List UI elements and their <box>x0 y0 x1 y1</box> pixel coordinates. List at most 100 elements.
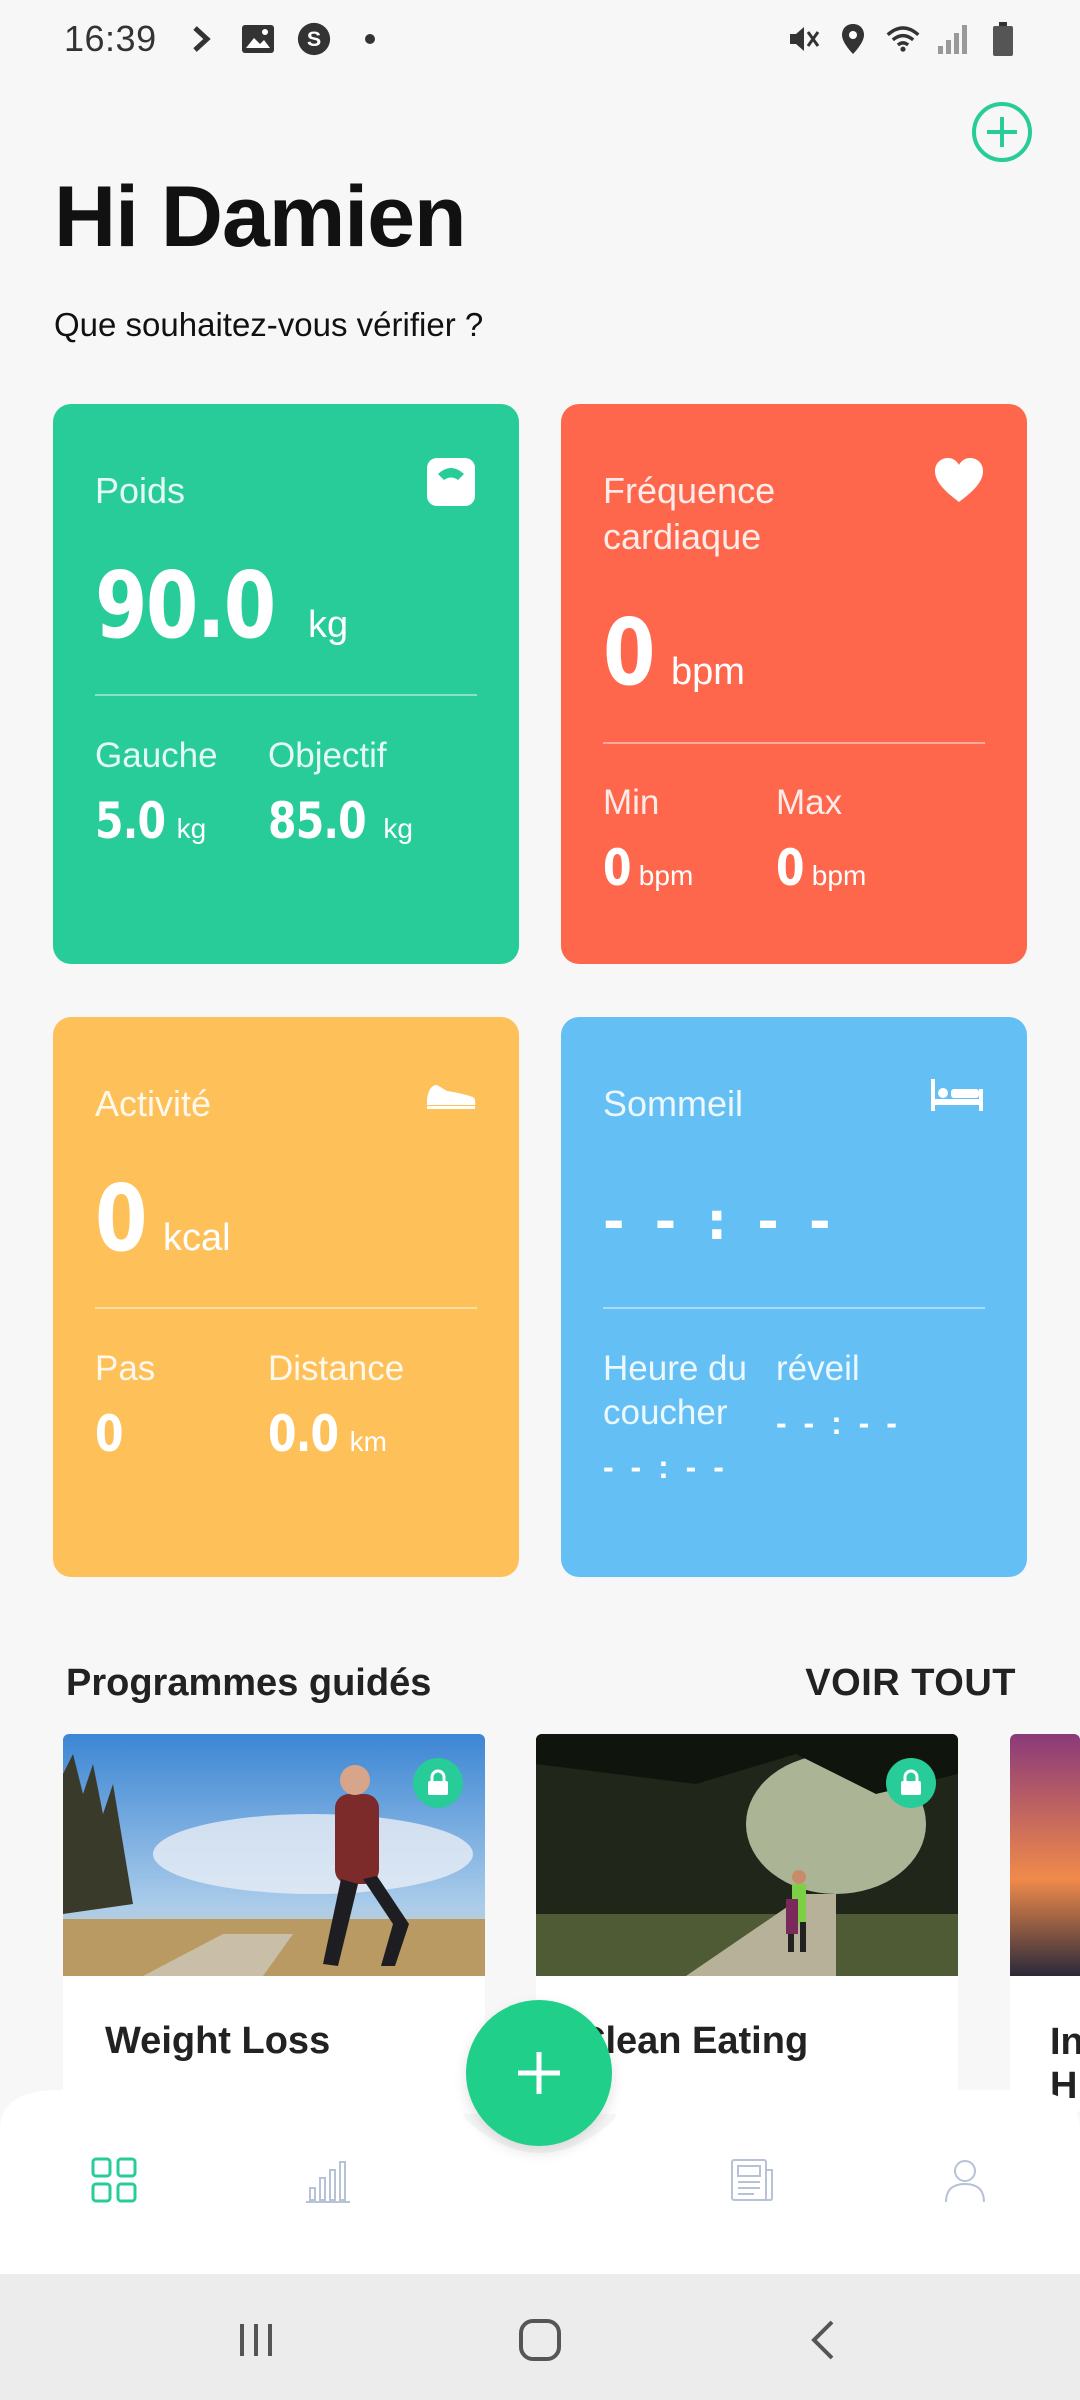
add-fab-button[interactable] <box>466 2000 612 2146</box>
activity-value: 0 kcal <box>95 1165 231 1272</box>
weight-number: 90.0 <box>95 552 276 659</box>
activity-card[interactable]: Activité 0 kcal Pas 0 Distance 0.0 km <box>53 1017 519 1577</box>
max-label: Max <box>776 783 843 822</box>
weight-card[interactable]: Poids 90.0 kg Gauche 5.0 kg Objectif 85.… <box>53 404 519 964</box>
arrow-icon <box>185 22 219 56</box>
min-label: Min <box>603 783 660 822</box>
weight-value: 90.0 kg <box>95 552 348 659</box>
back-icon <box>811 2320 834 2360</box>
bedtime-value: - - : - - <box>603 1449 728 1485</box>
remaining-value: 5.0 <box>95 792 166 850</box>
weight-unit: kg <box>308 604 349 646</box>
program-image <box>1010 1734 1080 1976</box>
wake-value: - - : - - <box>776 1405 901 1441</box>
nav-stats[interactable] <box>304 2156 352 2204</box>
add-measurement-button[interactable] <box>970 100 1034 164</box>
battery-icon <box>986 22 1020 56</box>
dashboard-icon <box>91 2157 137 2203</box>
lock-icon <box>886 1758 936 1808</box>
plus-circle-icon <box>972 102 1032 162</box>
min-unit: bpm <box>638 860 694 891</box>
divider <box>95 1307 477 1309</box>
sleep-value: - - : - - <box>603 1192 837 1252</box>
heart-max: Max 0 bpm <box>776 781 866 897</box>
heart-min: Min 0 bpm <box>603 781 693 897</box>
status-time: 16:39 <box>64 18 157 59</box>
nav-articles[interactable] <box>728 2156 776 2204</box>
goal-unit: kg <box>383 813 413 844</box>
recents-button[interactable] <box>232 2316 280 2364</box>
articles-icon <box>731 2159 773 2201</box>
recents-icon <box>240 2324 272 2356</box>
signal-icon <box>936 22 970 56</box>
see-all-link[interactable]: VOIR TOUT <box>805 1662 1016 1705</box>
sleep-bedtime: Heure du coucher - - : - - <box>603 1347 773 1486</box>
min-value: 0 <box>603 839 632 897</box>
stats-icon <box>306 2161 350 2203</box>
remaining-unit: kg <box>176 813 207 844</box>
heart-rate-card[interactable]: Fréquence cardiaque 0 bpm Min 0 bpm Max … <box>561 404 1027 964</box>
bedtime-label: Heure du coucher <box>603 1349 747 1432</box>
s-app-icon: S <box>297 22 331 56</box>
plus-icon <box>518 2052 560 2094</box>
sleep-card[interactable]: Sommeil - - : - - Heure du coucher - - :… <box>561 1017 1027 1577</box>
mute-icon <box>786 22 820 56</box>
system-nav-bar <box>0 2274 1080 2400</box>
dot-icon <box>353 22 387 56</box>
heart-icon <box>933 456 985 508</box>
steps-value: 0 <box>95 1405 124 1463</box>
activity-distance: Distance 0.0 km <box>268 1347 404 1463</box>
divider <box>603 742 985 744</box>
distance-value: 0.0 <box>268 1405 339 1463</box>
location-icon <box>836 22 870 56</box>
program-card[interactable]: Weight Loss <box>63 1734 485 2114</box>
programs-title: Programmes guidés <box>66 1662 432 1704</box>
activity-steps: Pas 0 <box>95 1347 155 1463</box>
bed-icon <box>929 1077 985 1129</box>
heart-value: 0 bpm <box>603 599 745 706</box>
status-left-icons: S <box>185 22 387 56</box>
shoe-icon <box>425 1079 477 1131</box>
card-title: Poids <box>95 470 186 511</box>
steps-label: Pas <box>95 1349 156 1388</box>
greeting-title: Hi Damien <box>54 169 467 265</box>
program-label: Weight Loss <box>105 2020 331 2062</box>
home-icon <box>519 2319 561 2361</box>
back-button[interactable] <box>800 2316 848 2364</box>
card-title: Sommeil <box>603 1083 744 1124</box>
max-unit: bpm <box>811 860 867 891</box>
program-card[interactable]: In H <box>1010 1734 1080 2114</box>
distance-unit: km <box>349 1426 387 1457</box>
sleep-wake: réveil - - : - - <box>776 1347 901 1442</box>
home-button[interactable] <box>516 2316 564 2364</box>
max-value: 0 <box>776 839 805 897</box>
remaining-label: Gauche <box>95 736 218 775</box>
heart-unit: bpm <box>671 651 745 693</box>
activity-number: 0 <box>95 1165 147 1272</box>
distance-label: Distance <box>268 1349 405 1388</box>
heart-number: 0 <box>603 599 655 706</box>
image-icon <box>241 22 275 56</box>
greeting-subtitle: Que souhaitez-vous vérifier ? <box>54 306 484 343</box>
program-label: Clean Eating <box>578 2020 809 2062</box>
scale-icon <box>425 456 477 508</box>
divider <box>95 694 477 696</box>
status-right-icons <box>786 22 1020 56</box>
weight-goal: Objectif 85.0 kg <box>268 734 413 850</box>
nav-dashboard[interactable] <box>90 2156 138 2204</box>
svg-text:S: S <box>306 27 320 51</box>
activity-unit: kcal <box>163 1217 231 1259</box>
goal-label: Objectif <box>268 736 387 775</box>
sleep-duration: - - : - - <box>603 1192 837 1252</box>
lock-icon <box>413 1758 463 1808</box>
nav-profile[interactable] <box>941 2156 989 2204</box>
weight-remaining: Gauche 5.0 kg <box>95 734 218 850</box>
status-bar: 16:39 S <box>0 0 1080 78</box>
wake-label: réveil <box>776 1349 860 1388</box>
wifi-icon <box>886 22 920 56</box>
profile-icon <box>945 2160 985 2203</box>
divider <box>603 1307 985 1309</box>
goal-value: 85.0 <box>268 792 367 850</box>
card-title: Fréquence cardiaque <box>603 470 776 557</box>
card-title: Activité <box>95 1083 212 1124</box>
